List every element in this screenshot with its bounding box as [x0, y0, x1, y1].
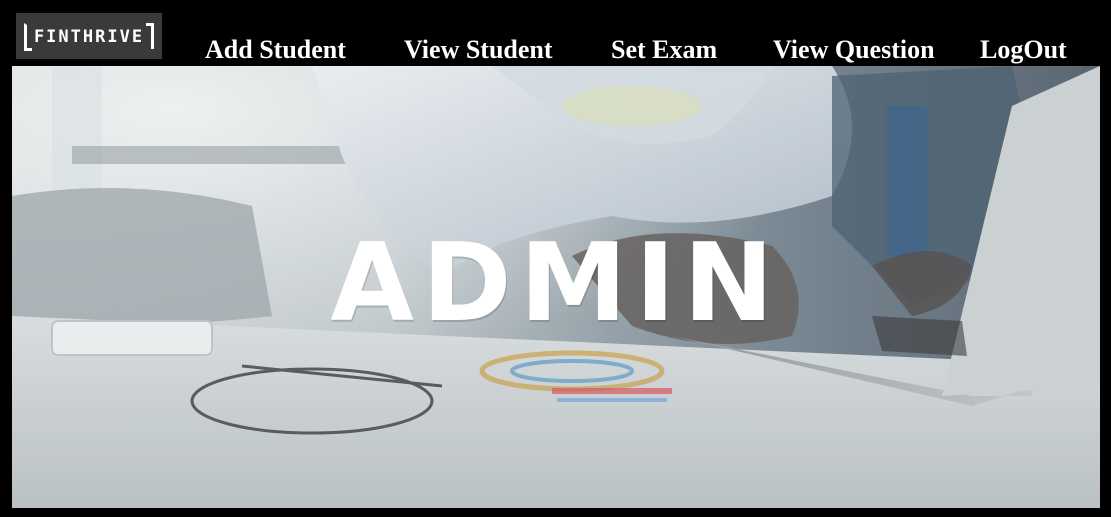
logo-frame: FINTHRIVE: [24, 23, 154, 51]
nav-logout[interactable]: LogOut: [980, 33, 1067, 67]
top-navigation-bar: FINTHRIVE Add Student View Student Set E…: [0, 0, 1111, 66]
logo-text: FINTHRIVE: [33, 27, 145, 47]
nav-view-student[interactable]: View Student: [404, 33, 553, 67]
hero-banner: ADMIN: [12, 66, 1100, 508]
brand-logo[interactable]: FINTHRIVE: [16, 13, 162, 59]
hero-title: ADMIN: [330, 221, 782, 346]
nav-view-question[interactable]: View Question: [773, 33, 935, 67]
nav-set-exam[interactable]: Set Exam: [611, 33, 717, 67]
nav-add-student[interactable]: Add Student: [205, 33, 346, 67]
